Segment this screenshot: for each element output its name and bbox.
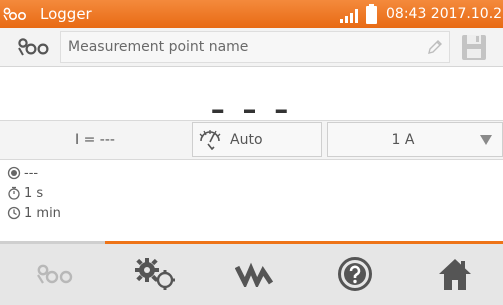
waveform-icon bbox=[235, 262, 274, 287]
measurement-point-placeholder: Measurement point name bbox=[68, 39, 249, 55]
dropdown-arrow-icon bbox=[480, 135, 492, 145]
info-record-line: --- bbox=[7, 163, 61, 183]
main-reading-area: – – – bbox=[0, 67, 503, 125]
save-icon[interactable] bbox=[460, 32, 488, 62]
recording-duration: 1 min bbox=[24, 205, 61, 221]
clock: 08:43 2017.10.27 bbox=[386, 6, 503, 22]
help-toolbar-button[interactable] bbox=[305, 244, 405, 304]
range-label: 1 A bbox=[391, 132, 415, 148]
record-icon bbox=[7, 166, 21, 180]
current-readout: I = --- bbox=[75, 132, 115, 148]
waveform-toolbar-button[interactable] bbox=[205, 244, 305, 304]
bottom-toolbar bbox=[0, 241, 503, 305]
signal-icon bbox=[340, 9, 358, 23]
logger-icon bbox=[3, 7, 26, 21]
record-status: --- bbox=[24, 165, 39, 181]
title-bar: Logger 08:43 2017.10.27 bbox=[0, 0, 503, 28]
mode-label: Auto bbox=[230, 132, 263, 148]
app-title: Logger bbox=[40, 5, 92, 23]
home-toolbar-button[interactable] bbox=[405, 244, 503, 304]
settings-gears-icon bbox=[135, 258, 175, 290]
home-icon bbox=[439, 259, 471, 290]
logger-icon bbox=[37, 264, 73, 284]
logger-toolbar-button[interactable] bbox=[5, 244, 105, 304]
logger-button[interactable] bbox=[8, 30, 58, 64]
logger-info: --- 1 s 1 min bbox=[7, 163, 61, 223]
clock-icon bbox=[7, 206, 21, 220]
recording-interval: 1 s bbox=[24, 185, 44, 201]
settings-toolbar-button[interactable] bbox=[105, 244, 205, 304]
clamp-mode-selector[interactable]: Auto bbox=[192, 122, 322, 157]
measurement-point-bar: Measurement point name bbox=[0, 28, 503, 67]
info-duration-line: 1 min bbox=[7, 203, 61, 223]
logger-icon bbox=[18, 38, 49, 56]
range-selector[interactable]: 1 A bbox=[327, 122, 503, 157]
info-interval-line: 1 s bbox=[7, 183, 61, 203]
settings-row: I = --- Auto 1 A bbox=[0, 120, 503, 160]
battery-icon bbox=[366, 4, 377, 24]
measurement-point-name-input[interactable]: Measurement point name bbox=[60, 31, 450, 63]
stopwatch-icon bbox=[8, 186, 20, 200]
clamp-icon bbox=[199, 130, 221, 150]
help-icon bbox=[338, 257, 372, 291]
pencil-icon[interactable] bbox=[427, 39, 443, 55]
